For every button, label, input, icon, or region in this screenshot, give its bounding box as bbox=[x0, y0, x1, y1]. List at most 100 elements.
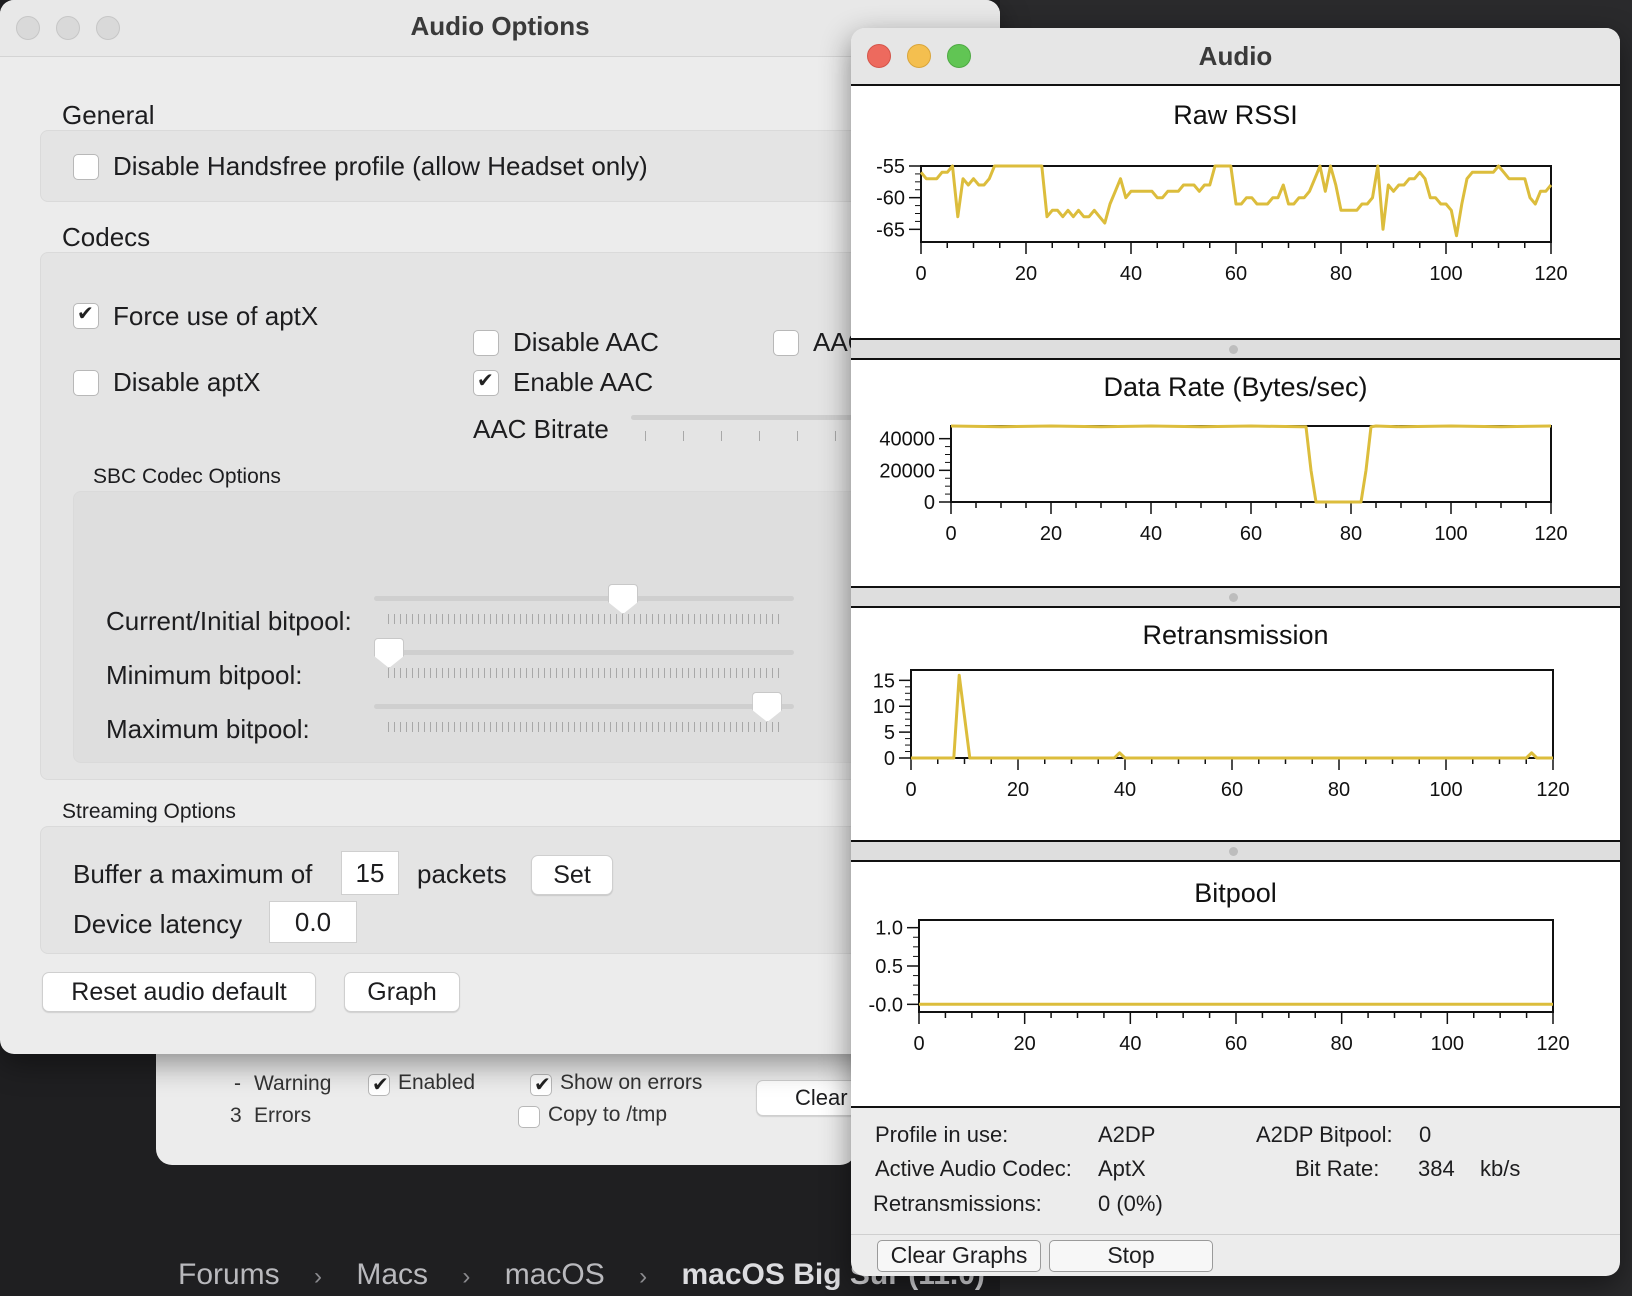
show-on-errors-label: Show on errors bbox=[560, 1071, 703, 1094]
x-tick-label: 120 bbox=[1536, 1033, 1569, 1055]
graph-button[interactable]: Graph bbox=[344, 972, 460, 1012]
plot-frame bbox=[950, 425, 1552, 503]
x-tick-label: 0 bbox=[913, 1033, 924, 1055]
x-tick-label: 100 bbox=[1429, 263, 1462, 285]
maximum-bitpool-label: Maximum bitpool: bbox=[106, 714, 310, 744]
plot-frame bbox=[918, 919, 1554, 1013]
split-divider[interactable] bbox=[851, 340, 1620, 358]
aac-option-checkbox[interactable] bbox=[773, 330, 799, 356]
chevron-right-icon: › bbox=[314, 1263, 323, 1290]
breadcrumb-forums[interactable]: Forums bbox=[178, 1258, 280, 1291]
y-tick-label: 10 bbox=[873, 696, 895, 718]
split-divider[interactable] bbox=[851, 842, 1620, 860]
enable-aac-checkbox[interactable] bbox=[473, 368, 499, 396]
breadcrumb-macs[interactable]: Macs bbox=[356, 1258, 428, 1291]
rssi-chart: 0 20 40 60 80 100 120 -55 -60 -65 bbox=[876, 156, 1568, 285]
y-tick-label: -55 bbox=[876, 156, 905, 178]
x-tick-label: 40 bbox=[1120, 263, 1142, 285]
reset-audio-default-button[interactable]: Reset audio default bbox=[42, 972, 316, 1012]
profile-label: Profile in use: bbox=[875, 1122, 1009, 1147]
x-tick-label: 60 bbox=[1225, 263, 1247, 285]
rate-graph-panel: Data Rate (Bytes/sec) 0 20 40 60 80 100 120 400… bbox=[851, 358, 1620, 588]
audio-window: Audio Raw RSSI 0 20 40 60 80 100 120 -55 -60 -65 … bbox=[851, 28, 1620, 1276]
x-tick-label: 80 bbox=[1340, 523, 1362, 545]
stop-button[interactable]: Stop bbox=[1049, 1240, 1213, 1272]
x-tick-label: 100 bbox=[1431, 1033, 1464, 1055]
a2dp-bitpool-label: A2DP Bitpool: bbox=[1256, 1122, 1393, 1147]
chevron-right-icon: › bbox=[639, 1263, 648, 1290]
x-tick-label: 40 bbox=[1119, 1033, 1141, 1055]
current-bitpool-thumb[interactable] bbox=[608, 584, 638, 614]
device-latency-input[interactable]: 0.0 bbox=[269, 901, 357, 943]
x-tick-label: 100 bbox=[1434, 523, 1467, 545]
plot-frame bbox=[910, 669, 1554, 759]
enable-aac-label: Enable AAC bbox=[513, 367, 654, 397]
y-tick-label: 1.0 bbox=[875, 918, 903, 940]
title-bar: Audio bbox=[851, 28, 1620, 85]
x-tick-label: 60 bbox=[1221, 779, 1243, 801]
enabled-checkbox[interactable] bbox=[368, 1072, 390, 1097]
separator bbox=[851, 1234, 1620, 1235]
bitrate-value: 384 bbox=[1418, 1156, 1455, 1181]
bitpool-chart: 0 20 40 60 80 100 120 1.0 0.5 -0.0 bbox=[869, 918, 1570, 1055]
split-divider[interactable] bbox=[851, 588, 1620, 606]
copy-tmp-checkbox[interactable] bbox=[518, 1106, 540, 1128]
x-tick-label: 80 bbox=[1328, 779, 1350, 801]
device-latency-label: Device latency bbox=[73, 909, 243, 939]
disable-aptx-checkbox[interactable] bbox=[73, 370, 99, 396]
title-bar: Audio Options bbox=[0, 0, 1000, 57]
warning-label: Warning bbox=[254, 1072, 332, 1095]
maximum-bitpool-ticks bbox=[388, 722, 782, 732]
streaming-heading: Streaming Options bbox=[62, 800, 236, 823]
retransmissions-value: 0 (0%) bbox=[1098, 1191, 1163, 1216]
breadcrumb-macos[interactable]: macOS bbox=[505, 1258, 605, 1291]
codecs-heading: Codecs bbox=[62, 222, 151, 252]
minimum-bitpool-slider[interactable] bbox=[374, 650, 794, 655]
rate-chart: 0 20 40 60 80 100 120 40000 20000 0 bbox=[879, 424, 1568, 545]
disable-aac-checkbox[interactable] bbox=[473, 330, 499, 356]
y-tick-label: -0.0 bbox=[869, 994, 903, 1016]
minimum-bitpool-thumb[interactable] bbox=[374, 638, 404, 668]
set-buffer-button[interactable]: Set bbox=[531, 855, 613, 895]
buffer-packets-input[interactable]: 15 bbox=[341, 851, 399, 895]
y-tick-label: 0.5 bbox=[875, 956, 903, 978]
clear-graphs-button[interactable]: Clear Graphs bbox=[877, 1240, 1041, 1272]
current-bitpool-label: Current/Initial bitpool: bbox=[106, 606, 352, 636]
y-tick-label: -65 bbox=[876, 219, 905, 241]
disable-handsfree-checkbox[interactable] bbox=[73, 154, 99, 180]
bitpool-graph-panel: Bitpool 0 20 40 60 80 100 120 1.0 0.5 -0.0 bbox=[851, 860, 1620, 1108]
chevron-right-icon: › bbox=[462, 1263, 471, 1290]
x-tick-label: 120 bbox=[1536, 779, 1569, 801]
warning-prefix: - bbox=[234, 1072, 241, 1095]
copy-tmp-label: Copy to /tmp bbox=[548, 1103, 668, 1126]
disable-aac-label: Disable AAC bbox=[513, 327, 659, 357]
maximum-bitpool-slider[interactable] bbox=[374, 704, 794, 709]
x-tick-label: 20 bbox=[1007, 779, 1029, 801]
a2dp-bitpool-value: 0 bbox=[1419, 1122, 1432, 1147]
minimum-bitpool-ticks bbox=[388, 668, 782, 678]
x-tick-label: 0 bbox=[945, 523, 956, 545]
current-bitpool-ticks bbox=[388, 614, 782, 624]
maximum-bitpool-thumb[interactable] bbox=[752, 692, 783, 722]
x-tick-label: 100 bbox=[1429, 779, 1462, 801]
minimum-bitpool-label: Minimum bitpool: bbox=[106, 660, 303, 690]
enabled-label: Enabled bbox=[398, 1071, 476, 1094]
x-tick-label: 20 bbox=[1040, 523, 1062, 545]
buffer-suffix-label: packets bbox=[417, 859, 507, 889]
bitrate-label: Bit Rate: bbox=[1295, 1156, 1380, 1181]
window-title: Audio bbox=[1198, 41, 1273, 71]
sbc-group: Current/Initial bitpool: Minimum bitpool… bbox=[73, 491, 973, 763]
show-on-errors-checkbox[interactable] bbox=[530, 1072, 552, 1097]
codec-value: AptX bbox=[1098, 1156, 1146, 1181]
x-tick-label: 20 bbox=[1014, 1033, 1036, 1055]
x-tick-label: 60 bbox=[1240, 523, 1262, 545]
rssi-graph-panel: Raw RSSI 0 20 40 60 80 100 120 -55 -60 -65 bbox=[851, 84, 1620, 340]
y-tick-label: 5 bbox=[884, 722, 895, 744]
y-tick-label: -60 bbox=[876, 188, 905, 210]
x-tick-label: 40 bbox=[1140, 523, 1162, 545]
x-tick-label: 0 bbox=[905, 779, 916, 801]
y-tick-label: 0 bbox=[924, 492, 935, 514]
current-bitpool-slider[interactable] bbox=[374, 596, 794, 601]
force-aptx-checkbox[interactable] bbox=[73, 301, 99, 329]
disable-handsfree-label: Disable Handsfree profile (allow Headset… bbox=[113, 151, 648, 181]
